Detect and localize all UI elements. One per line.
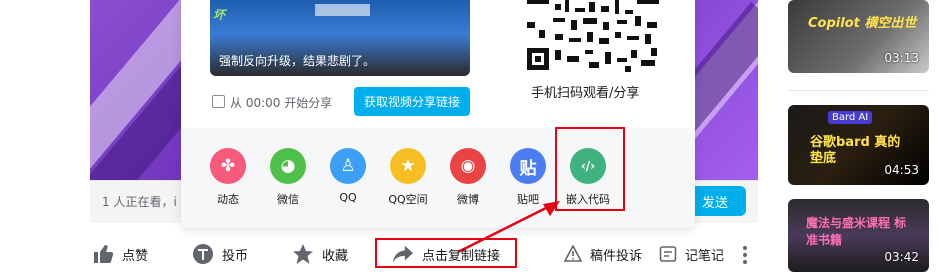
qr-code xyxy=(525,0,661,72)
favorite-label: 收藏 xyxy=(322,248,349,264)
share-wechat-label: 微信 xyxy=(277,193,299,206)
recommend-title-1: Copilot 横空出世 xyxy=(808,16,917,31)
share-qzone-label: QQ空间 xyxy=(388,193,428,206)
coin-label: 投币 xyxy=(222,248,249,264)
star-icon xyxy=(292,243,314,265)
weibo-icon[interactable]: ◉ xyxy=(450,148,486,184)
recommend-title-3: 魔法与盛米课程 标准书籍 xyxy=(806,216,907,247)
share-button[interactable]: 点击复制链接 xyxy=(392,243,500,265)
recommend-duration-2: 04:53 xyxy=(884,163,919,177)
recommend-duration-1: 03:13 xyxy=(884,51,919,65)
recommend-duration-3: 03:42 xyxy=(884,250,919,264)
like-label: 点赞 xyxy=(122,248,149,264)
note-button[interactable]: 记笔记 xyxy=(657,243,724,265)
favorite-button[interactable]: 收藏 xyxy=(292,243,348,265)
qq-icon[interactable]: ♙ xyxy=(330,148,366,184)
tieba-icon[interactable]: 贴 xyxy=(510,148,546,184)
share-dynamic-label: 动态 xyxy=(217,193,239,206)
start-time-checkbox[interactable] xyxy=(212,95,225,108)
coin-button[interactable]: 投币 xyxy=(192,243,248,265)
note-label: 记笔记 xyxy=(685,248,725,264)
thumbnail-caption: 强制反向升级，结果悲剧了。 xyxy=(219,54,376,68)
qr-caption: 手机扫码观看/分享 xyxy=(531,86,640,101)
thumbnail-dialog xyxy=(315,4,370,16)
share-label: 点击复制链接 xyxy=(422,248,501,264)
report-label: 稿件投诉 xyxy=(590,248,643,264)
get-share-link-button[interactable]: 获取视频分享链接 xyxy=(354,87,470,116)
warning-icon xyxy=(562,243,584,265)
thumbs-up-icon xyxy=(92,243,114,265)
recommend-tag-2: Bard AI xyxy=(828,111,873,124)
wechat-icon[interactable]: ◕ xyxy=(270,148,306,184)
viewer-count: 1 人正在看，i xyxy=(102,195,177,209)
qzone-icon[interactable]: ★ xyxy=(390,148,426,184)
start-time-label: 从 00:00 开始分享 xyxy=(230,96,333,110)
share-arrow-icon xyxy=(392,243,414,265)
divider xyxy=(788,90,929,91)
like-button[interactable]: 点赞 xyxy=(92,243,148,265)
recommend-thumb-1[interactable]: Copilot 横空出世 03:13 xyxy=(788,0,929,73)
pinwheel-icon[interactable]: ✤ xyxy=(210,148,246,184)
thumbnail-logo: 坏 xyxy=(213,8,226,22)
note-icon xyxy=(657,243,679,265)
report-button[interactable]: 稿件投诉 xyxy=(562,243,642,265)
recommend-thumb-2[interactable]: Bard AI 谷歌bard 真的垫底 04:53 xyxy=(788,105,929,185)
coin-icon xyxy=(192,243,214,265)
recommend-thumb-3[interactable]: 魔法与盛米课程 标准书籍 03:42 xyxy=(788,199,929,272)
more-options-icon[interactable] xyxy=(738,245,752,265)
share-qq-label: QQ xyxy=(339,191,357,204)
